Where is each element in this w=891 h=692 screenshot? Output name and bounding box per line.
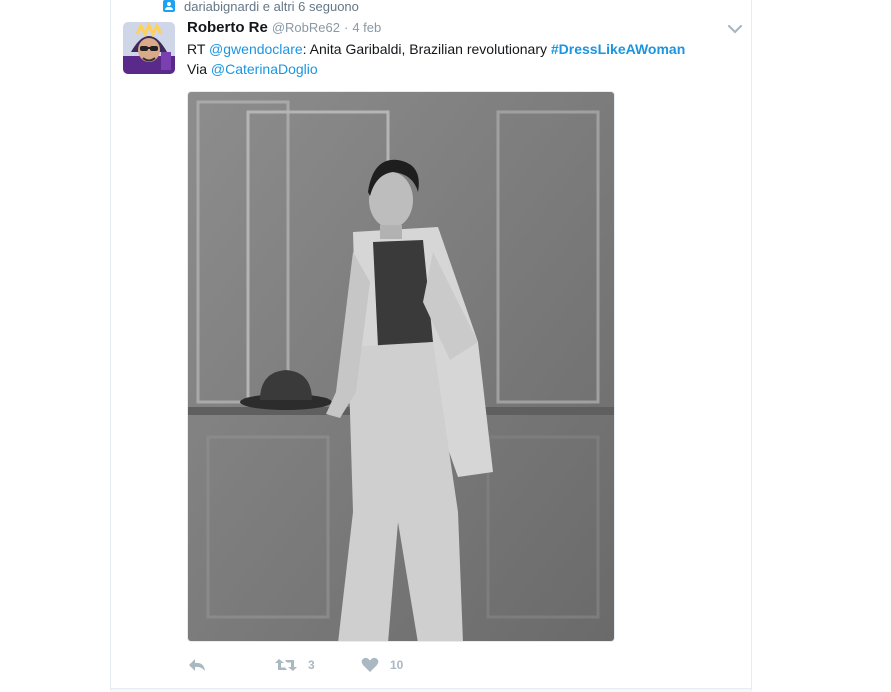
avatar[interactable] (123, 22, 175, 74)
avatar-image (123, 22, 175, 74)
via-label: Via (187, 60, 211, 77)
retweet-icon (275, 659, 297, 671)
social-context[interactable]: dariabignardi e altri 6 seguono (163, 0, 359, 15)
reply-icon (189, 659, 205, 671)
hashtag-link[interactable]: #DressLikeAWoman (551, 41, 685, 57)
tweet-divider (111, 688, 751, 692)
heart-icon (361, 657, 379, 672)
tweet-photo[interactable] (187, 91, 615, 642)
social-context-text: dariabignardi e altri 6 seguono (184, 0, 359, 14)
like-count: 10 (390, 658, 404, 672)
separator: · (343, 20, 349, 35)
follow-icon (163, 0, 175, 12)
mention-link[interactable]: @gwendoclare (209, 41, 303, 57)
chevron-down-icon[interactable] (727, 22, 743, 34)
tweet-actions: 3 10 (187, 654, 441, 676)
author-username[interactable]: @RobRe62 (272, 20, 340, 35)
tweet-timestamp[interactable]: 4 feb (352, 20, 381, 35)
via-mention-link[interactable]: @CaterinaDoglio (211, 61, 318, 77)
tweet-text: RT @gwendoclare: Anita Garibaldi, Brazil… (187, 40, 747, 79)
timeline-stream: dariabignardi e altri 6 seguono Roberto … (110, 0, 752, 692)
tweet-header: Roberto Re @RobRe62 · 4 feb (187, 19, 737, 41)
retweet-prefix: RT (187, 41, 210, 57)
reply-button[interactable] (187, 657, 275, 673)
like-button[interactable]: 10 (361, 657, 441, 673)
photo-image (188, 92, 614, 641)
tweet-body: : Anita Garibaldi, Brazilian revolutiona… (302, 41, 551, 57)
author-fullname[interactable]: Roberto Re (187, 19, 268, 36)
retweet-count: 3 (308, 658, 315, 672)
retweet-button[interactable]: 3 (275, 657, 361, 673)
